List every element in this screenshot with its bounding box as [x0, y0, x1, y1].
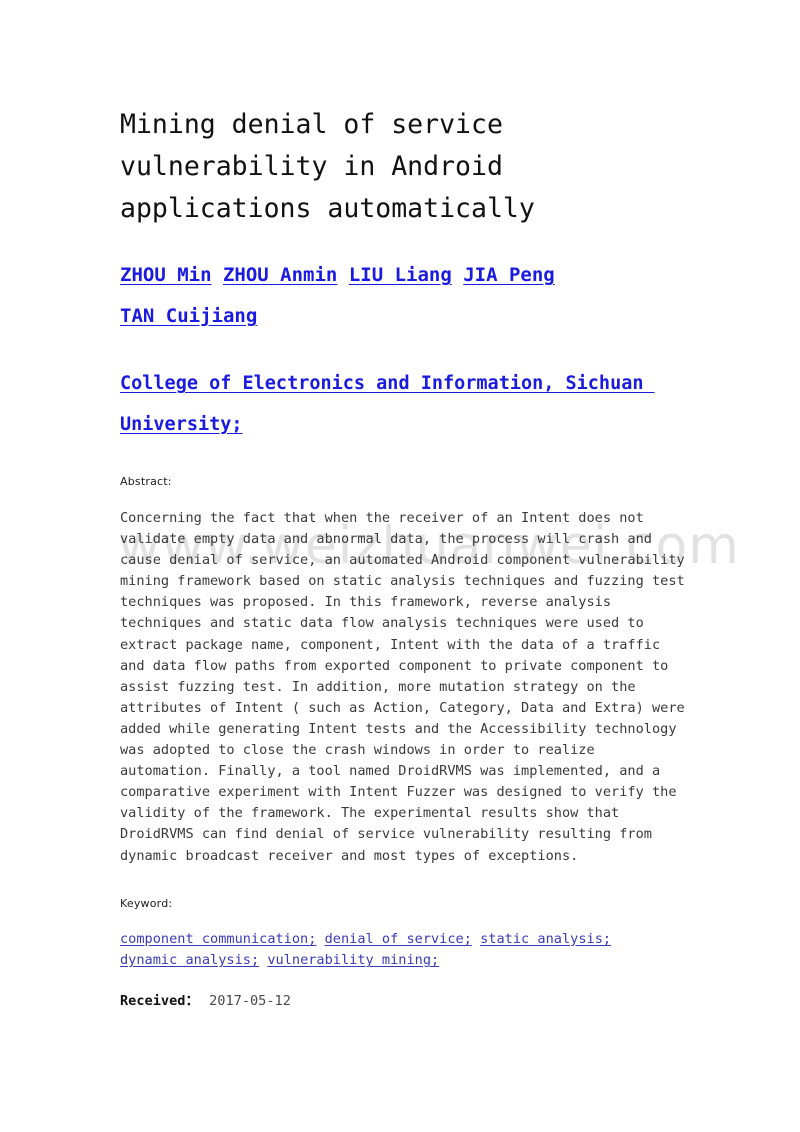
keyword-list: component communication; denial of servi… [120, 929, 686, 972]
keyword-link-1[interactable]: component communication; [120, 931, 316, 947]
received-line: Received： 2017-05-12 [120, 991, 686, 1012]
abstract-text: Concerning the fact that when the receiv… [120, 510, 693, 864]
page-title: Mining denial of service vulnerability i… [120, 109, 535, 224]
keyword-link-4[interactable]: dynamic analysis; [120, 952, 259, 968]
author-separator [212, 264, 223, 286]
keyword-separator [316, 931, 324, 947]
keyword-separator [472, 931, 480, 947]
author-link-4[interactable]: JIA Peng [463, 264, 555, 286]
document-content: Mining denial of service vulnerability i… [120, 104, 686, 1012]
affiliation-link[interactable]: College of Electronics and Information, … [120, 373, 655, 435]
keyword-label: Keyword: [120, 896, 173, 910]
author-list: ZHOU Min ZHOU Anmin LIU Liang JIA Peng T… [120, 255, 660, 337]
author-link-1[interactable]: ZHOU Min [120, 264, 212, 286]
keyword-link-2[interactable]: denial of service; [325, 931, 472, 947]
abstract-label: Abstract: [120, 475, 172, 488]
document-page: www.weizhuanwei.com Mining denial of ser… [0, 0, 800, 1132]
affiliation: College of Electronics and Information, … [120, 363, 680, 445]
author-separator [452, 264, 463, 286]
author-link-2[interactable]: ZHOU Anmin [223, 264, 337, 286]
author-link-5[interactable]: TAN Cuijiang [120, 305, 257, 327]
received-label: Received： [120, 992, 200, 1009]
keyword-link-3[interactable]: static analysis; [480, 931, 611, 947]
keyword-link-5[interactable]: vulnerability mining; [267, 952, 439, 968]
received-date: 2017-05-12 [209, 992, 291, 1009]
author-separator [337, 264, 348, 286]
author-link-3[interactable]: LIU Liang [349, 264, 452, 286]
